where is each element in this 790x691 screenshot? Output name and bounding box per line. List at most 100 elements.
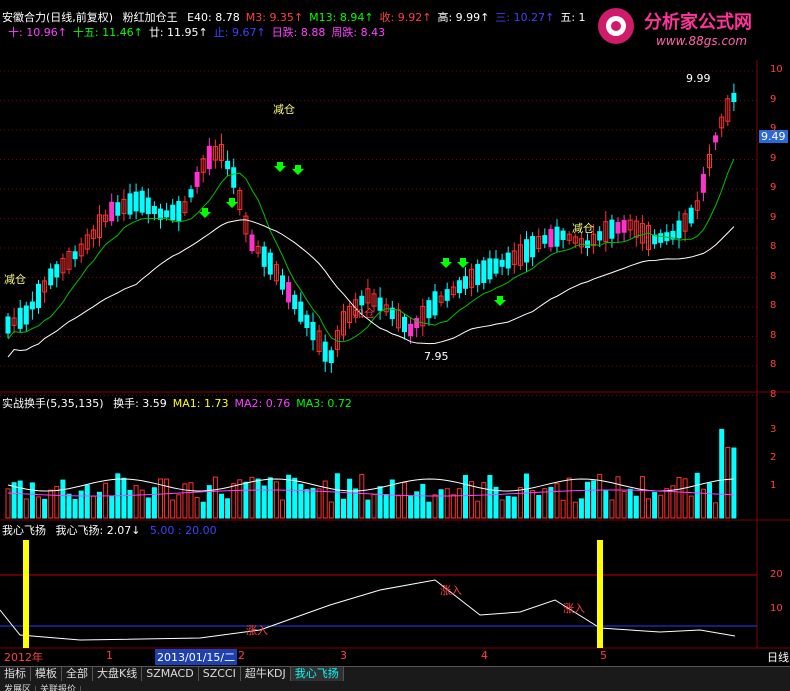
volume-tick-0: 3 [770,424,777,435]
candle-body-48 [298,301,304,322]
candle-body-72 [444,289,450,301]
volume-bar-56 [347,478,353,519]
candle-body-82 [505,252,511,269]
volume-bar-91 [560,499,566,519]
indicator-header: 我心飞扬 我心飞扬: 2.07↓ 5.00 : 20.00 [2,522,223,538]
tab-0[interactable]: 指标 [0,667,31,681]
volume-bar-32 [200,501,206,519]
volume-bar-77 [475,500,481,519]
candle-body-70 [432,291,438,316]
candle-body-37 [231,167,237,188]
volume-bar-29 [182,483,188,519]
candle-body-36 [225,160,231,170]
bottom-tab-0[interactable]: 发展区 [0,686,37,691]
volume-bar-69 [426,501,432,519]
volume-bar-7 [48,489,54,519]
volume-bar-5 [36,496,41,519]
volume-bar-1 [11,482,17,519]
candle-body-101 [621,220,627,233]
candle-body-0 [5,316,11,334]
tab-2[interactable]: 全部 [62,667,93,681]
tab-4[interactable]: SZMACD [142,667,199,681]
volume-bar-115 [707,482,712,519]
price-tick-5: 9 [770,211,777,223]
signal-bar-2 [597,540,603,648]
bottom-tab-1[interactable]: 关联报价 [36,686,82,691]
candle-body-88 [542,235,548,244]
candle-body-11 [72,251,78,260]
volume-bar-14 [90,495,96,519]
volume-bar-90 [554,483,560,519]
volume-bar-8 [54,485,60,519]
volume-bar-50 [310,487,316,519]
volume-bar-70 [432,494,438,519]
candle-body-42 [261,246,267,267]
volume-bar-45 [280,499,285,519]
volume-tick-1: 2 [770,452,777,463]
volume-bar-99 [609,499,615,519]
green-arrow-icon-5 [457,258,469,268]
tab-5[interactable]: SZCCI [199,667,241,681]
candle-body-85 [524,239,529,263]
volume-bar-104 [639,476,645,519]
volume-bar-108 [664,488,670,519]
price-tick-10: 8 [770,359,777,370]
volume-bar-86 [530,489,536,519]
price-tick-4: 9 [770,182,777,193]
volume-bar-2 [17,480,23,519]
volume-bar-9 [60,479,66,519]
candle-body-46 [286,282,292,303]
candle-body-27 [170,204,176,221]
candle-body-79 [487,258,493,280]
volume-bar-92 [566,477,572,519]
time-m3: 3 [340,649,347,662]
candle-body-31 [194,171,200,187]
volume-item-3: MA3: 0.72 [296,397,352,410]
tab-1[interactable]: 模板 [31,667,62,681]
tab-7[interactable]: 我心飞扬 [290,667,344,681]
candle-body-3 [23,305,29,325]
indicator-line [0,579,736,641]
tab-6[interactable]: 超牛KDJ [241,667,291,681]
volume-bar-30 [188,482,194,519]
volume-bar-61 [377,486,383,519]
candle-body-89 [548,228,554,248]
volume-bar-12 [78,490,84,519]
volume-bar-39 [243,481,249,519]
candle-body-78 [481,260,487,283]
candle-body-26 [164,210,170,218]
time-m5: 5 [600,649,607,662]
volume-item-0: 换手: 3.59 [113,397,167,410]
volume-bar-16 [103,482,109,519]
volume-bar-105 [646,498,651,519]
reduce-label-1: 减仓 [273,103,295,116]
candle-body-25 [158,208,163,220]
volume-bar-31 [194,496,200,519]
kline-chart[interactable] [0,0,790,691]
volume-bar-71 [438,489,444,519]
volume-bar-48 [298,483,304,519]
price-tick-8: 8 [770,300,777,311]
volume-bar-35 [219,493,224,519]
candle-body-52 [322,341,328,362]
volume-bar-49 [304,489,310,519]
candle-body-66 [408,323,414,337]
candle-body-75 [463,276,468,289]
volume-item-2: MA2: 0.76 [234,397,291,410]
candle-body-112 [688,207,694,224]
indicator-tick-0: 20 [770,569,783,580]
low-label: 7.95 [424,350,449,363]
candle-body-17 [109,201,115,222]
volume-bar-6 [42,498,48,519]
volume-bar-119 [731,447,737,519]
time-period[interactable]: 日线 [767,649,789,665]
volume-tick-2: 1 [770,480,777,491]
tab-3[interactable]: 大盘K线 [93,667,143,681]
add-label: 加仓 [353,307,375,320]
candle-body-50 [310,321,316,341]
volume-bar-4 [29,482,35,519]
volume-bar-40 [249,476,255,519]
volume-bar-79 [487,475,493,519]
volume-bar-19 [121,477,127,519]
candle-body-110 [676,220,682,239]
